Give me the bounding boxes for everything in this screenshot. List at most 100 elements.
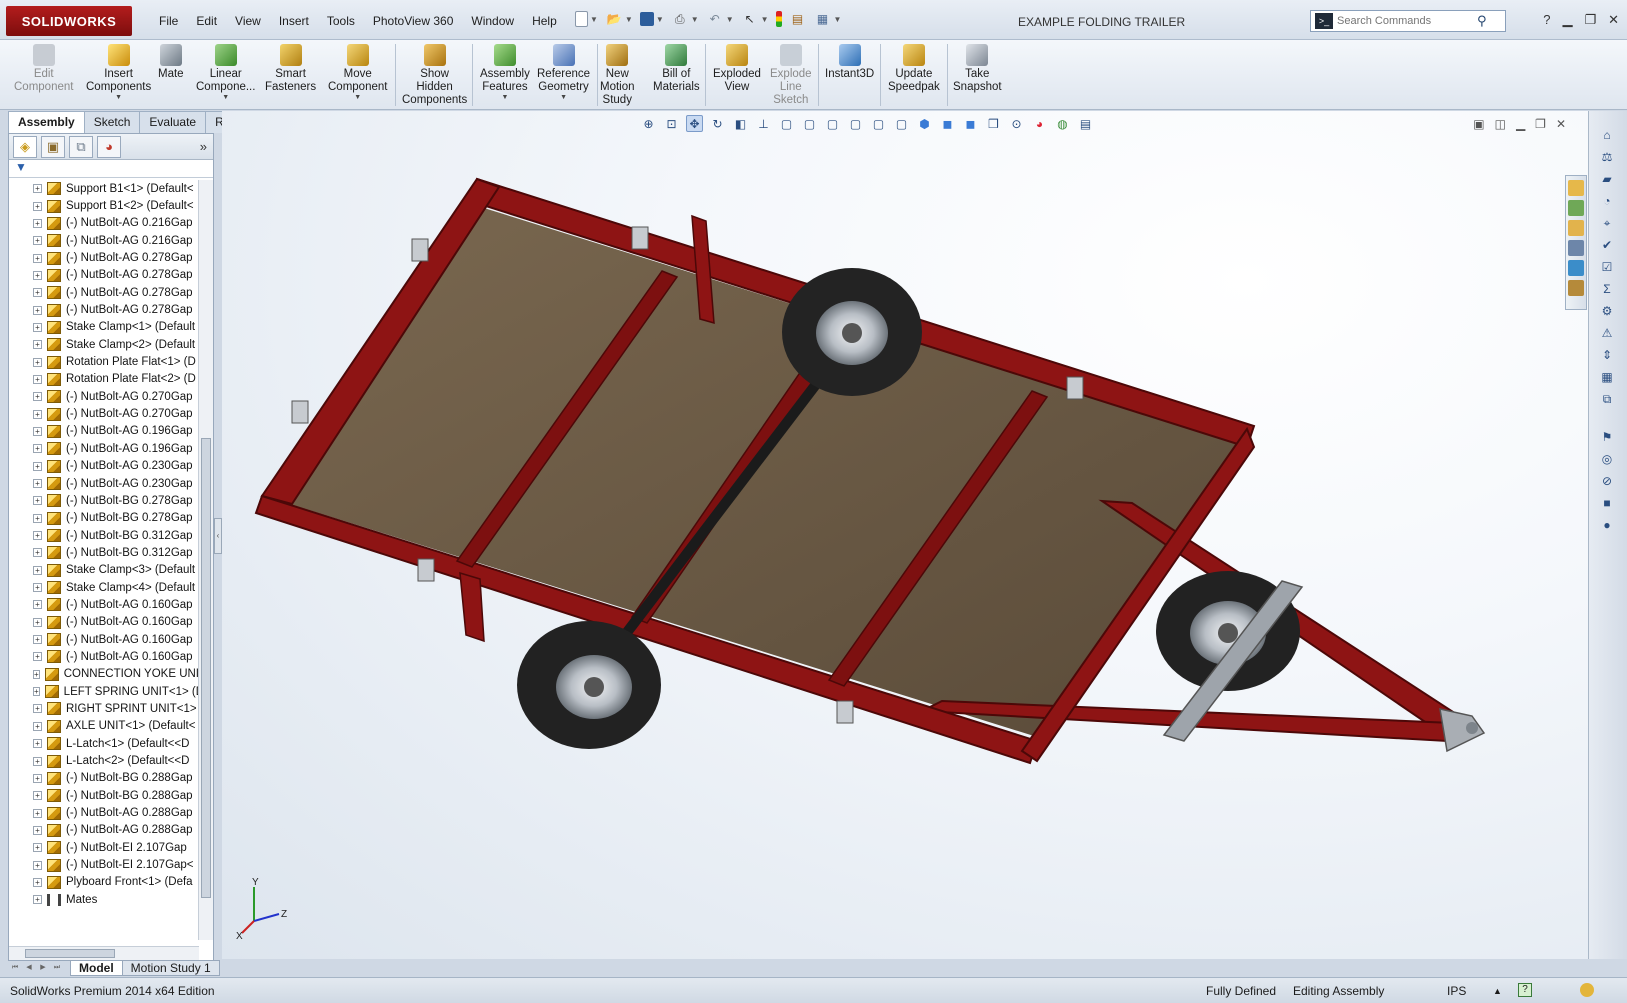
- undo-dropdown-icon[interactable]: ▼: [726, 15, 734, 24]
- expand-toggle-icon[interactable]: +: [33, 721, 42, 731]
- scroll-thumb[interactable]: [201, 438, 211, 898]
- units-chevron-up-icon[interactable]: ▲: [1493, 986, 1502, 996]
- task-pane-sim-icon[interactable]: ◎: [1597, 451, 1617, 467]
- task-pane-warning-icon[interactable]: ⚠: [1597, 325, 1617, 341]
- task-pane-sum-icon[interactable]: Σ: [1597, 281, 1617, 297]
- expand-toggle-icon[interactable]: +: [33, 374, 42, 384]
- expand-toggle-icon[interactable]: +: [33, 461, 42, 471]
- new-motion-study-button[interactable]: New Motion Study: [600, 44, 635, 107]
- tree-item-component[interactable]: + (-) NutBolt-BG 0.288Gap: [9, 770, 199, 787]
- expand-toggle-icon[interactable]: +: [33, 322, 42, 332]
- tree-item-component[interactable]: + Rotation Plate Flat<1> (D: [9, 353, 199, 370]
- filter-icon[interactable]: ▼: [15, 160, 27, 174]
- expand-toggle-icon[interactable]: +: [33, 825, 42, 835]
- move-component-button[interactable]: Move Component ▼: [328, 44, 387, 101]
- instant3d-button[interactable]: Instant3D: [825, 44, 874, 81]
- print-dropdown-icon[interactable]: ▼: [691, 15, 699, 24]
- smart-fasteners-button[interactable]: Smart Fasteners: [265, 44, 316, 94]
- save-icon[interactable]: [639, 12, 654, 26]
- explode-line-sketch-button[interactable]: Explode Line Sketch: [770, 44, 812, 107]
- menu-photoview[interactable]: PhotoView 360: [364, 12, 463, 30]
- tree-item-component[interactable]: + Support B1<2> (Default<: [9, 197, 199, 214]
- tree-filter[interactable]: ▼: [9, 160, 213, 178]
- more-tabs-chevron-icon[interactable]: »: [200, 139, 207, 154]
- expand-toggle-icon[interactable]: +: [33, 652, 42, 662]
- trailer-model[interactable]: [222, 111, 1588, 959]
- tree-item-component[interactable]: + (-) NutBolt-AG 0.216Gap: [9, 215, 199, 232]
- tree-item-component[interactable]: + Stake Clamp<4> (Default: [9, 579, 199, 596]
- units-selector[interactable]: IPS: [1447, 984, 1466, 998]
- configuration-manager-tab-icon[interactable]: ⧉: [69, 135, 93, 158]
- mate-button[interactable]: Mate: [158, 44, 184, 81]
- file-properties-icon[interactable]: ▤: [789, 11, 807, 27]
- tree-item-component[interactable]: + (-) NutBolt-BG 0.278Gap: [9, 492, 199, 509]
- select-pointer-icon[interactable]: ↖: [741, 11, 759, 27]
- menu-view[interactable]: View: [226, 12, 270, 30]
- tree-item-component[interactable]: + RIGHT SPRINT UNIT<1>: [9, 700, 199, 717]
- tree-item-component[interactable]: + (-) NutBolt-EI 2.107Gap<: [9, 856, 199, 873]
- tree-item-component[interactable]: + Support B1<1> (Default<: [9, 180, 199, 197]
- tree-item-component[interactable]: + (-) NutBolt-AG 0.160Gap: [9, 614, 199, 631]
- chevron-down-icon[interactable]: ▼: [115, 94, 122, 101]
- tree-item-component[interactable]: + (-) NutBolt-AG 0.196Gap: [9, 440, 199, 457]
- tree-item-mates[interactable]: + Mates: [9, 891, 199, 908]
- reference-geometry-button[interactable]: Reference Geometry ▼: [537, 44, 590, 101]
- expand-toggle-icon[interactable]: +: [33, 392, 42, 402]
- help-icon[interactable]: ?: [1543, 12, 1550, 28]
- minimize-icon[interactable]: ▁: [1562, 12, 1572, 28]
- file-explorer-icon[interactable]: [1568, 240, 1584, 256]
- stake-clamp-5[interactable]: [417, 558, 435, 582]
- tree-vertical-scrollbar[interactable]: [198, 180, 213, 940]
- linear-component-pattern-button[interactable]: Linear Compone... ▼: [196, 44, 255, 101]
- expand-toggle-icon[interactable]: +: [33, 218, 42, 228]
- wheel-right-hub[interactable]: [1218, 623, 1238, 643]
- expand-toggle-icon[interactable]: +: [33, 201, 42, 211]
- expand-toggle-icon[interactable]: +: [33, 184, 42, 194]
- expand-toggle-icon[interactable]: +: [33, 288, 42, 298]
- tree-item-component[interactable]: + (-) NutBolt-AG 0.160Gap: [9, 596, 199, 613]
- tree-item-component[interactable]: + Stake Clamp<1> (Default: [9, 319, 199, 336]
- tab-assembly[interactable]: Assembly: [8, 111, 85, 133]
- insert-components-button[interactable]: Insert Components ▼: [86, 44, 151, 101]
- expand-toggle-icon[interactable]: +: [33, 444, 42, 454]
- expand-toggle-icon[interactable]: +: [33, 739, 42, 749]
- first-tab-arrow-icon[interactable]: ⏮: [8, 961, 22, 975]
- resources-icon[interactable]: [1568, 200, 1584, 216]
- tree-item-component[interactable]: + (-) NutBolt-EI 2.107Gap: [9, 839, 199, 856]
- select-dropdown-icon[interactable]: ▼: [761, 15, 769, 24]
- task-pane-flag-icon[interactable]: ⚑: [1597, 429, 1617, 445]
- new-document-icon[interactable]: [575, 11, 588, 27]
- expand-toggle-icon[interactable]: +: [33, 409, 42, 419]
- expand-toggle-icon[interactable]: +: [33, 895, 42, 905]
- task-pane-align-icon[interactable]: ⇕: [1597, 347, 1617, 363]
- chevron-down-icon[interactable]: ▼: [222, 94, 229, 101]
- expand-toggle-icon[interactable]: +: [33, 756, 42, 766]
- tree-item-component[interactable]: + (-) NutBolt-AG 0.278Gap: [9, 267, 199, 284]
- tree-item-component[interactable]: + (-) NutBolt-AG 0.278Gap: [9, 301, 199, 318]
- assembly-features-button[interactable]: Assembly Features ▼: [480, 44, 530, 101]
- expand-toggle-icon[interactable]: +: [33, 808, 42, 818]
- tree-item-component[interactable]: + (-) NutBolt-BG 0.312Gap: [9, 544, 199, 561]
- exploded-view-button[interactable]: Exploded View: [713, 44, 761, 94]
- tree-item-component[interactable]: + L-Latch<1> (Default<<D: [9, 735, 199, 752]
- tree-item-component[interactable]: + Plyboard Front<1> (Defa: [9, 874, 199, 891]
- expand-toggle-icon[interactable]: +: [33, 496, 42, 506]
- tree-item-component[interactable]: + (-) NutBolt-AG 0.160Gap: [9, 631, 199, 648]
- open-folder-icon[interactable]: 📂: [605, 11, 623, 27]
- chevron-down-icon[interactable]: ▼: [501, 94, 508, 101]
- task-pane-home-icon[interactable]: ⌂: [1597, 127, 1617, 143]
- expand-toggle-icon[interactable]: +: [33, 479, 42, 489]
- stake-clamp-6[interactable]: [836, 700, 854, 724]
- expand-toggle-icon[interactable]: +: [33, 843, 42, 853]
- last-tab-arrow-icon[interactable]: ⏭: [50, 961, 64, 975]
- stake-clamp-4[interactable]: [1066, 376, 1084, 400]
- task-pane-tool-icon[interactable]: ⚙: [1597, 303, 1617, 319]
- close-icon[interactable]: ✕: [1608, 12, 1619, 28]
- menu-insert[interactable]: Insert: [270, 12, 318, 30]
- tree-item-component[interactable]: + Stake Clamp<2> (Default: [9, 336, 199, 353]
- tab-motion-study[interactable]: Motion Study 1: [121, 960, 220, 976]
- bill-of-materials-button[interactable]: Bill of Materials: [653, 44, 700, 94]
- menu-window[interactable]: Window: [462, 12, 523, 30]
- take-snapshot-button[interactable]: Take Snapshot: [953, 44, 1002, 94]
- menu-edit[interactable]: Edit: [187, 12, 226, 30]
